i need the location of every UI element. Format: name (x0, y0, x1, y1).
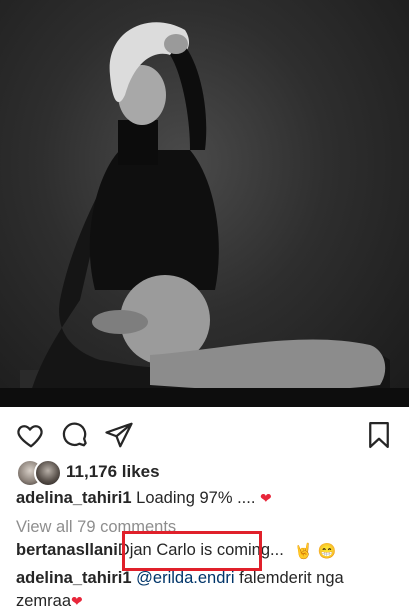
liker-avatars (16, 459, 62, 487)
bookmark-icon[interactable] (364, 420, 394, 450)
comment-username[interactable]: adelina_tahiri1 (16, 569, 132, 587)
comment: bertanasllaniDjan Carlo is coming... 🤘 😁 (16, 541, 336, 560)
comment-username[interactable]: bertanasllani (16, 541, 118, 559)
mention-link[interactable]: @erilda.endri (136, 569, 234, 587)
portrait-photo (20, 22, 390, 395)
paper-plane-icon[interactable] (104, 420, 134, 450)
caption-username[interactable]: adelina_tahiri1 (16, 489, 132, 507)
post-caption: adelina_tahiri1 Loading 97% .... ❤ (16, 489, 272, 508)
avatar (34, 459, 62, 487)
comment-text-highlighted: Djan Carlo is coming. (117, 541, 275, 559)
red-heart-emoji: ❤ (260, 490, 272, 506)
likes-row[interactable]: 11,176 likes (16, 458, 160, 487)
grinning-face-emoji: 😁 (317, 542, 337, 560)
photo-bottom-strip (0, 388, 409, 407)
post-actions-bar (0, 418, 409, 452)
comment-text-rest: .. (274, 541, 284, 559)
post-photo[interactable] (0, 0, 409, 407)
heart-outline-icon[interactable] (16, 420, 46, 450)
likes-count[interactable]: 11,176 likes (66, 462, 160, 482)
comment-bubble-icon[interactable] (60, 420, 90, 450)
view-all-comments-link[interactable]: View all 79 comments (16, 518, 176, 537)
red-heart-emoji: ❤ (71, 593, 83, 609)
caption-text: Loading 97% .... (136, 489, 256, 507)
rock-hand-emoji: 🤘 (294, 542, 314, 560)
comment: adelina_tahiri1 @erilda.endri falemderit… (16, 567, 401, 613)
